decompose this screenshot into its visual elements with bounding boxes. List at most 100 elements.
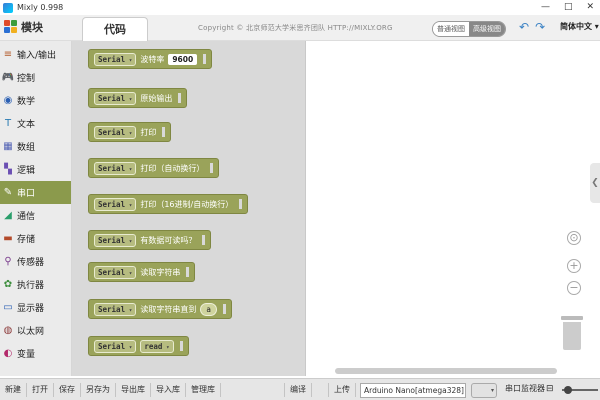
sidebar-item-13[interactable]: ◐ 变量 — [0, 342, 71, 365]
category-icon: ▦ — [3, 141, 13, 152]
manage-lib-button[interactable]: 管理库 — [186, 382, 221, 397]
serial-block-5[interactable]: Serial有数据可读吗？ — [88, 230, 212, 250]
redo-icon[interactable]: ↷ — [535, 20, 545, 34]
block-connector — [210, 163, 214, 173]
category-icon: ⚲ — [4, 256, 12, 267]
category-icon: ✿ — [3, 279, 13, 290]
serial-port-dropdown[interactable]: Serial — [94, 125, 137, 139]
sidebar-item-label: 控制 — [17, 74, 36, 84]
read-mode-dropdown[interactable]: read — [140, 339, 174, 353]
port-select[interactable]: ▾ — [471, 383, 497, 398]
serial-port-dropdown[interactable]: Serial — [94, 91, 137, 105]
copyright-text: Copyright © 北京师范大学米思齐团队 HTTP://MIXLY.ORG — [198, 24, 393, 32]
zoom-slider[interactable] — [562, 386, 598, 394]
zoom-out-icon[interactable]: − — [567, 281, 581, 295]
trash-icon[interactable] — [561, 316, 583, 350]
sidebar-item-3[interactable]: T 文本 — [0, 112, 71, 135]
blocks-tab[interactable]: 模块 — [4, 19, 43, 35]
board-select[interactable]: Arduino Nano[atmega328] — [360, 383, 466, 398]
minimize-button[interactable]: — — [541, 0, 550, 15]
block-connector — [162, 127, 166, 137]
serial-port-dropdown[interactable]: Serial — [94, 265, 137, 279]
close-button[interactable]: ✕ — [586, 0, 594, 15]
category-icon: 🎮 — [1, 72, 15, 83]
undo-redo-group: ↶ ↷ — [519, 20, 545, 34]
serial-block-0[interactable]: Serial波特率9600 — [88, 49, 213, 69]
category-icon: ▚ — [4, 164, 12, 175]
sidebar-item-label: 传感器 — [17, 258, 45, 268]
maximize-button[interactable]: □ — [564, 0, 573, 15]
block-label: 波特率 — [140, 54, 165, 64]
sidebar-item-label: 输入/输出 — [17, 51, 57, 61]
advanced-view-button[interactable]: 高级视图 — [469, 22, 505, 36]
sidebar-item-2[interactable]: ◉ 数学 — [0, 89, 71, 112]
window-controls: — □ ✕ — [541, 0, 594, 15]
sidebar-item-8[interactable]: ▬ 存储 — [0, 227, 71, 250]
sidebar-item-12[interactable]: ◍ 以太网 — [0, 319, 71, 342]
sidebar-item-11[interactable]: ▭ 显示器 — [0, 296, 71, 319]
sidebar-item-6[interactable]: ✎ 串口 — [0, 181, 71, 204]
sidebar-item-5[interactable]: ▚ 逻辑 — [0, 158, 71, 181]
category-icon: T — [4, 118, 12, 129]
serial-port-dropdown[interactable]: Serial — [94, 197, 137, 211]
serial-port-dropdown[interactable]: Serial — [94, 233, 137, 247]
window-title-bar: Mixly 0.998 — □ ✕ — [0, 0, 600, 15]
simple-view-button[interactable]: 普通视图 — [433, 22, 469, 36]
import-lib-button[interactable]: 导入库 — [151, 382, 186, 397]
serial-port-dropdown[interactable]: Serial — [94, 339, 137, 353]
sidebar-item-1[interactable]: 🎮 控制 — [0, 66, 71, 89]
serial-port-dropdown[interactable]: Serial — [94, 302, 137, 316]
block-label: 打印（自动换行） — [140, 163, 205, 173]
block-connector — [179, 341, 183, 351]
zoom-reset-icon[interactable]: ⊙ — [567, 231, 581, 245]
new-button[interactable]: 新建 — [0, 382, 27, 397]
serial-block-1[interactable]: Serial原始输出 — [88, 88, 188, 108]
serial-block-6[interactable]: Serial读取字符串 — [88, 262, 196, 282]
block-label: 打印（16进制/自动换行） — [140, 199, 234, 209]
sidebar-item-7[interactable]: ◢ 通信 — [0, 204, 71, 227]
serial-block-4[interactable]: Serial打印（16进制/自动换行） — [88, 194, 249, 214]
block-connector — [239, 199, 243, 209]
open-button[interactable]: 打开 — [27, 382, 54, 397]
block-connector — [186, 267, 190, 277]
sidebar-item-4[interactable]: ▦ 数组 — [0, 135, 71, 158]
string-input[interactable]: a — [200, 302, 217, 316]
block-connector — [203, 54, 207, 64]
sidebar-item-10[interactable]: ✿ 执行器 — [0, 273, 71, 296]
flyout-toggle-icon[interactable]: ❮ — [590, 163, 600, 203]
sidebar-item-label: 数组 — [17, 143, 36, 153]
zoom-in-icon[interactable]: + — [567, 259, 581, 273]
window-title: Mixly 0.998 — [17, 3, 64, 12]
save-button[interactable]: 保存 — [54, 382, 81, 397]
save-as-button[interactable]: 另存为 — [81, 382, 116, 397]
sidebar-item-label: 串口 — [17, 189, 36, 199]
bottom-toolbar: 新建 打开 保存 另存为 导出库 导入库 管理库 编译 上传 Arduino N… — [0, 378, 600, 400]
code-tab[interactable]: 代码 — [82, 17, 148, 41]
compile-button[interactable]: 编译 — [284, 382, 312, 397]
blocks-logo-icon — [4, 20, 18, 34]
board-select-value: Arduino Nano[atmega328] — [364, 386, 464, 395]
block-connector — [202, 235, 206, 245]
block-connector — [222, 304, 226, 314]
workspace-horizontal-scrollbar[interactable] — [335, 368, 557, 374]
zoom-icon[interactable]: ⊟ — [546, 384, 554, 394]
sidebar-item-label: 通信 — [17, 212, 36, 222]
serial-block-2[interactable]: Serial打印 — [88, 122, 172, 142]
block-connector — [178, 93, 182, 103]
language-select[interactable]: 简体中文 ▾ — [560, 21, 599, 32]
upload-button[interactable]: 上传 — [328, 382, 356, 397]
sidebar-item-9[interactable]: ⚲ 传感器 — [0, 250, 71, 273]
serial-port-dropdown[interactable]: Serial — [94, 161, 137, 175]
serial-block-7[interactable]: Serial读取字符串直到a — [88, 299, 232, 319]
export-lib-button[interactable]: 导出库 — [116, 382, 151, 397]
baud-rate-input[interactable]: 9600 — [168, 53, 198, 65]
serial-block-8[interactable]: Serialread — [88, 336, 189, 356]
sidebar-item-0[interactable]: ≡ 输入/输出 — [0, 43, 71, 66]
serial-monitor-button[interactable]: 串口监视器 — [505, 383, 545, 394]
block-workspace[interactable]: ❮ ⊙ + − — [307, 41, 600, 376]
serial-block-3[interactable]: Serial打印（自动换行） — [88, 158, 220, 178]
serial-port-dropdown[interactable]: Serial — [94, 52, 137, 66]
undo-icon[interactable]: ↶ — [519, 20, 529, 34]
category-icon: ◢ — [4, 210, 12, 221]
zoom-slider-handle[interactable] — [564, 386, 572, 394]
